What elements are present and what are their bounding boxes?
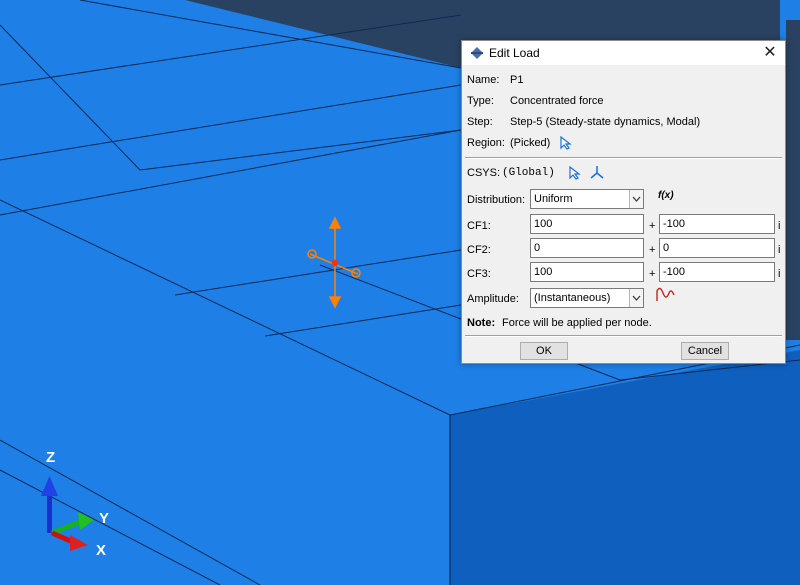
edit-load-dialog: Edit Load ✕ Name: P1 Type: Concentrated … [461, 40, 786, 364]
cf3-imag-input[interactable]: -100 [659, 262, 775, 282]
pick-arrow-icon[interactable] [560, 136, 572, 150]
dialog-titlebar[interactable]: Edit Load ✕ [462, 41, 785, 65]
amplitude-wave-icon[interactable] [656, 287, 676, 303]
region-value: (Picked) [510, 137, 551, 149]
name-value: P1 [510, 74, 524, 86]
cf1-imag-input[interactable]: -100 [659, 214, 775, 234]
step-value: Step-5 (Steady-state dynamics, Modal) [510, 116, 701, 128]
type-label: Type: [467, 95, 494, 107]
cf3-imag-unit: i [778, 268, 781, 280]
cf1-real-input[interactable]: 100 [530, 214, 644, 234]
triad-x-label: X [96, 542, 107, 559]
distribution-selected: Uniform [534, 193, 573, 205]
cancel-button[interactable]: Cancel [681, 342, 729, 360]
dialog-app-icon [471, 47, 483, 59]
cf2-real-input[interactable]: 0 [530, 238, 644, 258]
cf2-imag-unit: i [778, 244, 781, 256]
amplitude-label: Amplitude: [467, 293, 519, 305]
cf3-plus: + [649, 268, 656, 280]
csys-pick-arrow-icon[interactable] [569, 166, 581, 180]
step-label: Step: [467, 116, 493, 128]
chevron-down-icon [632, 295, 641, 301]
amplitude-selected: (Instantaneous) [534, 292, 611, 304]
cf3-label: CF3: [467, 268, 491, 280]
cf3-real-input[interactable]: 100 [530, 262, 644, 282]
csys-triad-icon[interactable] [590, 165, 604, 179]
note-label: Note: [467, 317, 496, 329]
triad-z-label: Z [46, 449, 56, 466]
dark-block-side [786, 20, 800, 340]
separator [465, 335, 782, 337]
fx-icon[interactable]: f(x) [658, 190, 674, 201]
amplitude-dropdown[interactable] [629, 289, 643, 307]
csys-label: CSYS: [467, 167, 501, 179]
cf2-plus: + [649, 244, 656, 256]
name-label: Name: [467, 74, 500, 86]
triad-y-label: Y [99, 510, 110, 527]
type-value: Concentrated force [510, 95, 604, 107]
cf1-label: CF1: [467, 220, 491, 232]
cf1-imag-unit: i [778, 220, 781, 232]
close-icon: ✕ [763, 44, 777, 61]
dialog-title: Edit Load [489, 46, 540, 60]
note-text: Force will be applied per node. [502, 317, 652, 329]
ok-button[interactable]: OK [520, 342, 568, 360]
region-label: Region: [467, 137, 505, 149]
cf1-plus: + [649, 220, 656, 232]
csys-value: (Global) [502, 167, 555, 179]
distribution-dropdown[interactable] [629, 190, 643, 208]
close-button[interactable]: ✕ [755, 41, 785, 65]
distribution-select[interactable]: Uniform [530, 189, 644, 209]
separator [465, 157, 782, 159]
amplitude-select[interactable]: (Instantaneous) [530, 288, 644, 308]
cf2-label: CF2: [467, 244, 491, 256]
distribution-label: Distribution: [467, 194, 526, 206]
cf2-imag-input[interactable]: 0 [659, 238, 775, 258]
chevron-down-icon [632, 196, 641, 202]
